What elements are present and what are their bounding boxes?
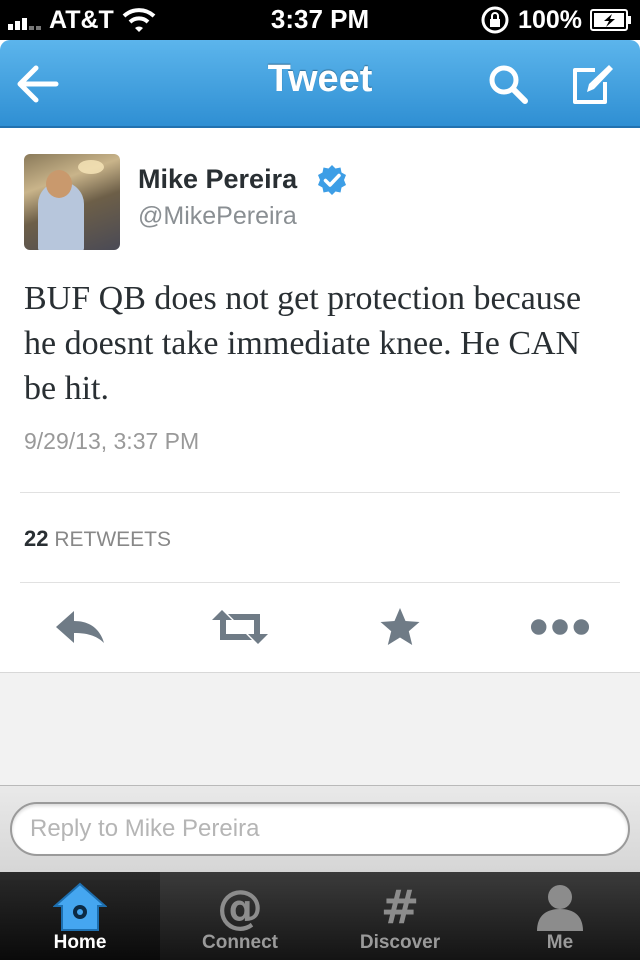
tab-label: Me <box>546 932 574 953</box>
retweet-icon <box>212 610 268 644</box>
at-icon: @ <box>217 880 263 934</box>
empty-area <box>0 673 640 785</box>
battery-icon <box>590 9 631 31</box>
tweet-detail: Mike Pereira @MikePereira BUF QB does no… <box>0 130 640 673</box>
reply-input[interactable] <box>10 802 630 856</box>
tab-connect[interactable]: @ Connect <box>160 872 320 960</box>
hash-icon: # <box>380 880 420 934</box>
retweet-button[interactable] <box>210 602 270 652</box>
tab-bar: Home @ Connect # Discover Me <box>0 872 640 960</box>
divider <box>20 492 620 493</box>
tab-label: Discover <box>359 932 441 953</box>
reply-icon <box>56 611 104 643</box>
avatar[interactable] <box>24 154 120 250</box>
favorite-icon <box>380 608 420 645</box>
nav-bar: Tweet <box>0 40 640 128</box>
author-handle[interactable]: @MikePereira <box>138 202 297 231</box>
tweet-text: BUF QB does not get protection because h… <box>24 280 582 407</box>
retweets-row[interactable]: 22 RETWEETS <box>24 526 171 552</box>
divider <box>20 582 620 583</box>
status-right: 100% <box>480 4 632 36</box>
reply-bar <box>0 785 640 872</box>
status-bar: AT&T 3:37 PM 100% <box>0 0 640 40</box>
search-icon <box>489 65 528 104</box>
compose-button[interactable] <box>568 60 616 108</box>
page-title: Tweet <box>267 58 373 100</box>
retweet-count: 22 <box>24 526 49 551</box>
retweet-label: RETWEETS <box>54 528 171 551</box>
rotation-lock-icon <box>481 6 509 34</box>
verified-badge-icon <box>318 165 346 195</box>
person-icon <box>537 885 583 931</box>
tab-home[interactable]: Home <box>0 872 160 960</box>
compose-icon <box>573 65 613 104</box>
tab-discover[interactable]: # Discover <box>320 872 480 960</box>
author-name[interactable]: Mike Pereira <box>138 164 297 195</box>
tab-label: Connect <box>202 932 278 953</box>
search-button[interactable] <box>484 60 532 108</box>
reply-button[interactable] <box>50 602 110 652</box>
battery-percent: 100% <box>518 5 582 34</box>
favorite-button[interactable] <box>370 602 430 652</box>
more-icon <box>530 619 590 635</box>
more-button[interactable] <box>530 602 590 652</box>
tweet-timestamp: 9/29/13, 3:37 PM <box>24 428 200 454</box>
tab-label: Home <box>53 932 107 953</box>
tab-me[interactable]: Me <box>480 872 640 960</box>
home-icon <box>53 882 107 931</box>
